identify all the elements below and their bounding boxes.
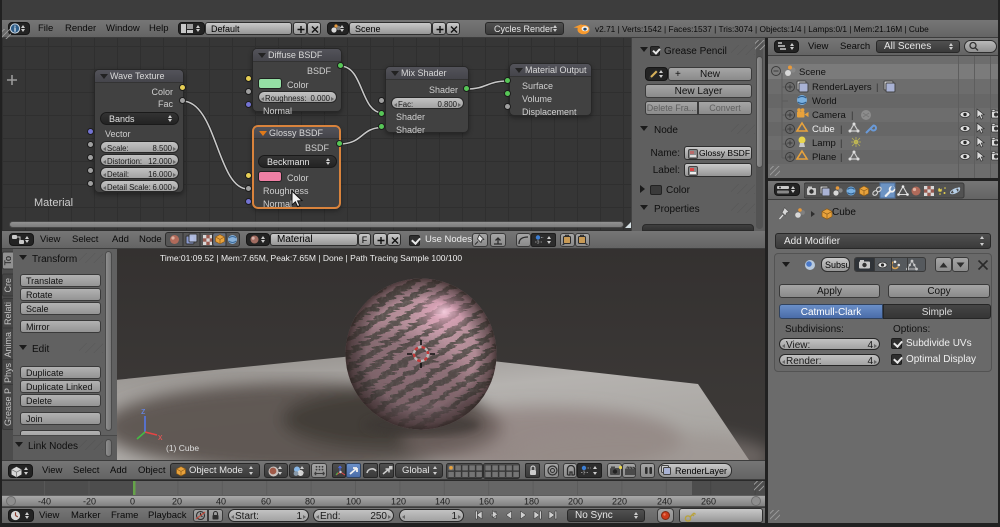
- svg-text:z: z: [141, 406, 146, 416]
- svg-text:Camera: Camera: [812, 110, 847, 121]
- svg-text:Time:01:09.52 | Mem:7.65M, Pea: Time:01:09.52 | Mem:7.65M, Peak:7.65M | …: [160, 253, 462, 263]
- svg-text:|: |: [840, 152, 842, 163]
- svg-text:RenderLayers: RenderLayers: [812, 82, 872, 93]
- svg-text:100: 100: [346, 497, 361, 507]
- svg-text:200: 200: [568, 497, 583, 507]
- svg-text:60: 60: [261, 497, 271, 507]
- svg-text:20: 20: [172, 497, 182, 507]
- svg-text:|: |: [840, 124, 842, 135]
- svg-text:140: 140: [435, 497, 450, 507]
- svg-text:Scene: Scene: [799, 67, 826, 78]
- svg-text:Plane: Plane: [812, 152, 836, 163]
- svg-text:80: 80: [305, 497, 315, 507]
- svg-text:40: 40: [216, 497, 226, 507]
- svg-text:220: 220: [612, 497, 627, 507]
- svg-text:160: 160: [479, 497, 494, 507]
- svg-text:-40: -40: [38, 497, 51, 507]
- svg-text:Lamp: Lamp: [812, 138, 836, 149]
- svg-text:|: |: [876, 82, 878, 93]
- svg-text:World: World: [812, 96, 837, 107]
- svg-text:(1) Cube: (1) Cube: [166, 443, 199, 453]
- svg-text:120: 120: [391, 497, 406, 507]
- svg-text:|: |: [851, 110, 853, 121]
- svg-text:0: 0: [130, 497, 135, 507]
- svg-text:-20: -20: [83, 497, 96, 507]
- svg-text:Cube: Cube: [812, 124, 835, 135]
- svg-text:260: 260: [701, 497, 716, 507]
- svg-text:180: 180: [524, 497, 539, 507]
- svg-text:|: |: [840, 138, 842, 149]
- svg-text:x: x: [158, 432, 163, 442]
- svg-text:240: 240: [657, 497, 672, 507]
